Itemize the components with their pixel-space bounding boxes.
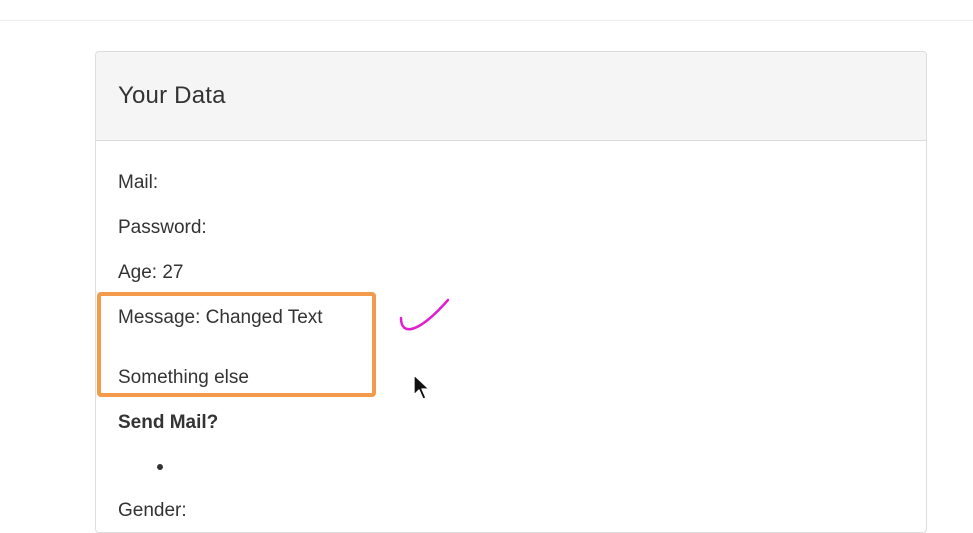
highlight-annotation-box [97,292,376,397]
panel-heading: Your Data [96,52,926,141]
gender-row: Gender: [118,500,187,521]
send-mail-row: Send Mail? [118,412,219,433]
mail-row: Mail: [118,172,159,193]
age-row: Age: 27 [118,262,184,283]
list-bullet [157,464,163,470]
top-divider [0,20,973,21]
checkmark-annotation-icon [399,298,450,331]
mouse-cursor-icon [413,374,430,400]
password-row: Password: [118,217,207,238]
panel-title: Your Data [118,82,226,109]
